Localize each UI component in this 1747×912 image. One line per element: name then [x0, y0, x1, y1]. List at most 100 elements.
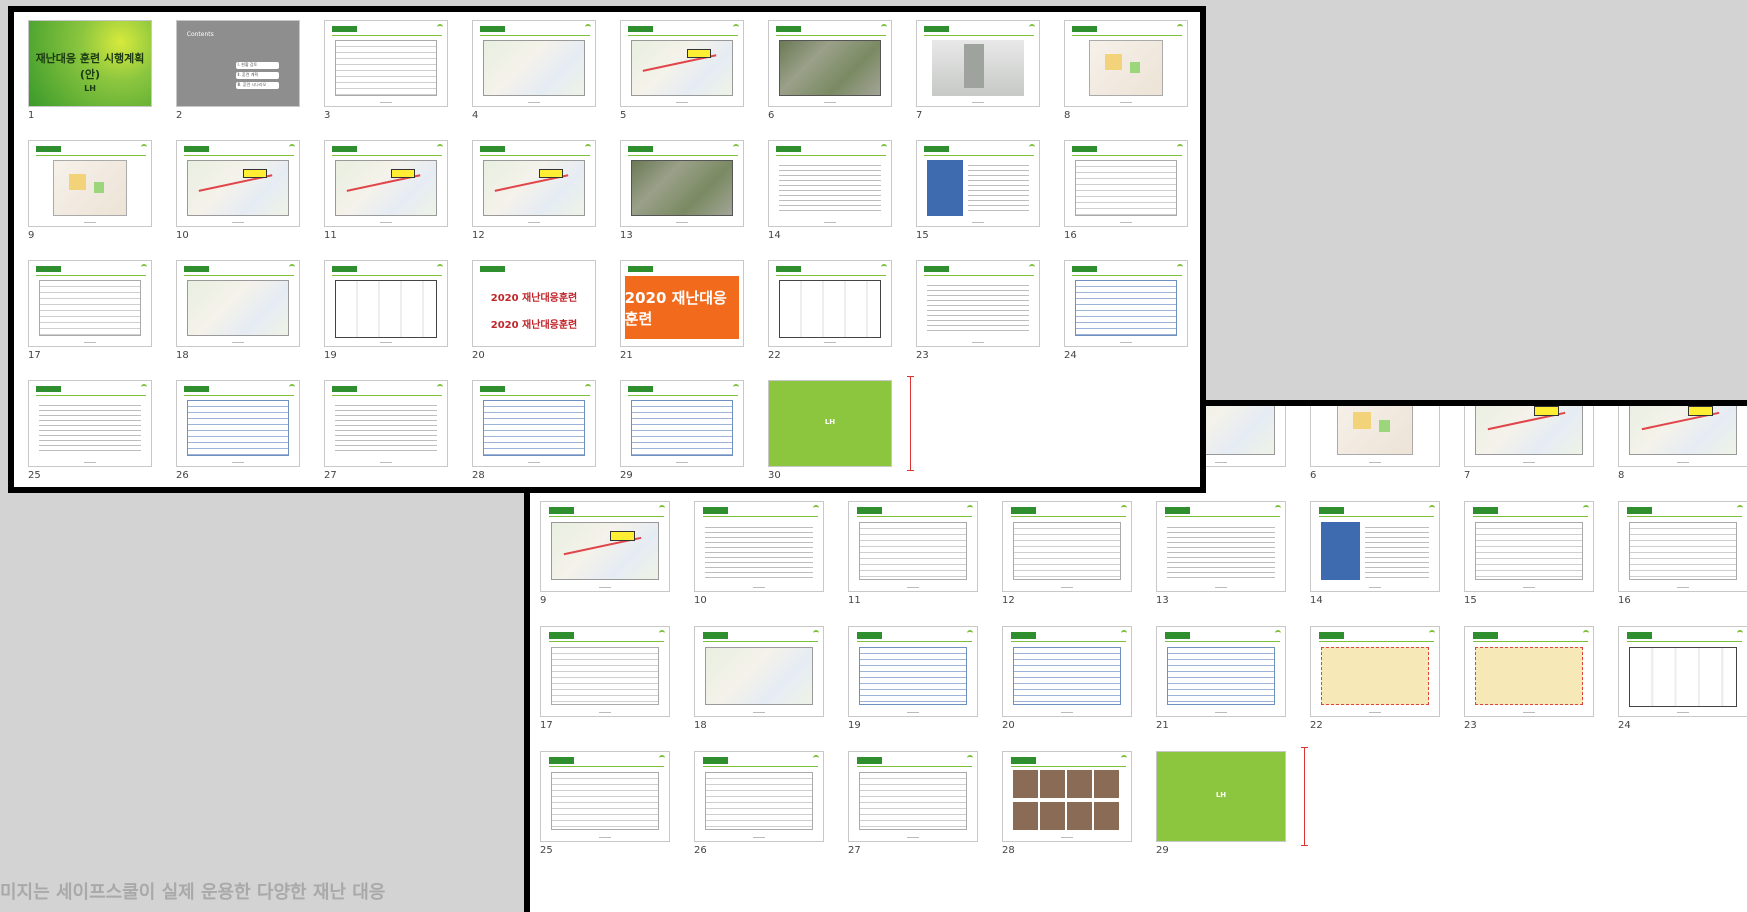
slide-thumbnail[interactable] — [540, 751, 670, 842]
slide-cell[interactable]: 재난대응 훈련 시행계획(안) LH 1 — [28, 20, 152, 123]
slide-thumbnail[interactable] — [1064, 140, 1188, 227]
slide-thumbnail[interactable] — [1156, 501, 1286, 592]
slide-cell[interactable]: 11 — [324, 140, 448, 243]
slide-thumbnail[interactable] — [324, 380, 448, 467]
slide-cell[interactable]: 22 — [1310, 626, 1440, 733]
slide-cell[interactable]: 14 — [768, 140, 892, 243]
slide-thumbnail[interactable] — [1002, 501, 1132, 592]
slide-cell[interactable]: 10 — [176, 140, 300, 243]
slide-cell[interactable]: 15 — [916, 140, 1040, 243]
slide-thumbnail[interactable]: LH — [768, 380, 892, 467]
slide-cell[interactable]: 19 — [324, 260, 448, 363]
slide-thumbnail[interactable] — [1464, 406, 1594, 467]
slide-thumbnail[interactable] — [620, 20, 744, 107]
slide-thumbnail[interactable] — [324, 20, 448, 107]
slide-cell[interactable]: 2020 재난대응훈련 2020 재난대응훈련 20 — [472, 260, 596, 363]
slide-cell[interactable]: 18 — [694, 626, 824, 733]
slide-cell[interactable]: 26 — [694, 751, 824, 858]
slide-cell[interactable]: 25 — [540, 751, 670, 858]
slide-thumbnail[interactable] — [848, 751, 978, 842]
slide-thumbnail[interactable] — [1002, 751, 1132, 842]
slide-thumbnail[interactable]: 2020 재난대응훈련 2020 재난대응훈련 — [472, 260, 596, 347]
slide-thumbnail[interactable] — [1464, 626, 1594, 717]
slide-thumbnail[interactable] — [916, 260, 1040, 347]
slide-thumbnail[interactable] — [1464, 501, 1594, 592]
slide-cell[interactable]: 7 — [916, 20, 1040, 123]
slide-thumbnail[interactable] — [28, 380, 152, 467]
slide-cell[interactable]: 24 — [1618, 626, 1747, 733]
slide-thumbnail[interactable] — [768, 140, 892, 227]
slide-thumbnail[interactable]: 재난대응 훈련 시행계획(안) LH — [28, 20, 152, 107]
slide-thumbnail[interactable] — [1618, 501, 1747, 592]
slide-thumbnail[interactable] — [1002, 626, 1132, 717]
slide-thumbnail[interactable] — [176, 380, 300, 467]
slide-cell[interactable]: 22 — [768, 260, 892, 363]
slide-thumbnail[interactable] — [472, 380, 596, 467]
slide-thumbnail[interactable] — [1618, 406, 1747, 467]
slide-cell[interactable]: 21 — [1156, 626, 1286, 733]
slide-cell[interactable]: 8 — [1618, 406, 1747, 483]
slide-thumbnail[interactable] — [620, 380, 744, 467]
slide-thumbnail[interactable] — [1310, 626, 1440, 717]
slide-thumbnail[interactable] — [540, 626, 670, 717]
slide-cell[interactable]: Contents Ⅰ. 현황 검토 Ⅱ. 훈련 계획 Ⅲ. 훈련 시나리오 2 — [176, 20, 300, 123]
slide-cell[interactable]: 11 — [848, 501, 978, 608]
slide-cell[interactable]: 16 — [1064, 140, 1188, 243]
slide-thumbnail[interactable] — [1064, 20, 1188, 107]
slide-thumbnail[interactable] — [768, 20, 892, 107]
slide-cell[interactable]: 6 — [1310, 406, 1440, 483]
slide-cell[interactable]: 4 — [472, 20, 596, 123]
slide-cell[interactable]: 23 — [1464, 626, 1594, 733]
slide-thumbnail[interactable] — [324, 260, 448, 347]
slide-cell[interactable]: 26 — [176, 380, 300, 483]
slide-thumbnail[interactable] — [176, 140, 300, 227]
slide-cell[interactable]: 10 — [694, 501, 824, 608]
slide-cell[interactable]: 13 — [1156, 501, 1286, 608]
slide-cell[interactable]: 9 — [28, 140, 152, 243]
slide-thumbnail[interactable] — [694, 751, 824, 842]
slide-thumbnail[interactable] — [916, 140, 1040, 227]
slide-cell[interactable]: 18 — [176, 260, 300, 363]
slide-cell[interactable]: 9 — [540, 501, 670, 608]
slide-cell[interactable]: 19 — [848, 626, 978, 733]
slide-thumbnail[interactable] — [472, 20, 596, 107]
slide-cell[interactable]: 13 — [620, 140, 744, 243]
slide-cell[interactable]: 25 — [28, 380, 152, 483]
slide-cell[interactable]: 29 — [620, 380, 744, 483]
slide-cell[interactable]: 14 — [1310, 501, 1440, 608]
slide-thumbnail[interactable] — [848, 626, 978, 717]
slide-cell[interactable]: 24 — [1064, 260, 1188, 363]
slide-thumbnail[interactable] — [694, 501, 824, 592]
slide-thumbnail[interactable] — [324, 140, 448, 227]
slide-thumbnail[interactable] — [1310, 501, 1440, 592]
slide-thumbnail[interactable]: Contents Ⅰ. 현황 검토 Ⅱ. 훈련 계획 Ⅲ. 훈련 시나리오 — [176, 20, 300, 107]
slide-thumbnail[interactable] — [1618, 626, 1747, 717]
slide-cell[interactable]: 23 — [916, 260, 1040, 363]
slide-cell[interactable]: 7 — [1464, 406, 1594, 483]
slide-thumbnail[interactable] — [768, 260, 892, 347]
slide-cell[interactable]: 17 — [540, 626, 670, 733]
slide-cell[interactable]: 16 — [1618, 501, 1747, 608]
slide-thumbnail[interactable] — [694, 626, 824, 717]
slide-thumbnail[interactable]: LH — [1156, 751, 1286, 842]
slide-cell[interactable]: 2020 재난대응훈련 21 — [620, 260, 744, 363]
slide-thumbnail[interactable] — [472, 140, 596, 227]
slide-cell[interactable]: 8 — [1064, 20, 1188, 123]
slide-cell[interactable]: 28 — [1002, 751, 1132, 858]
slide-thumbnail[interactable] — [28, 260, 152, 347]
slide-cell[interactable]: 27 — [324, 380, 448, 483]
slide-cell[interactable]: 15 — [1464, 501, 1594, 608]
slide-thumbnail[interactable] — [620, 140, 744, 227]
slide-thumbnail[interactable] — [1064, 260, 1188, 347]
slide-thumbnail[interactable] — [848, 501, 978, 592]
slide-cell[interactable]: 12 — [472, 140, 596, 243]
slide-cell[interactable]: LH 29 — [1156, 751, 1286, 858]
slide-cell[interactable]: 3 — [324, 20, 448, 123]
slide-cell[interactable]: 5 — [620, 20, 744, 123]
slide-thumbnail[interactable] — [176, 260, 300, 347]
slide-cell[interactable]: 27 — [848, 751, 978, 858]
slide-cell[interactable]: 20 — [1002, 626, 1132, 733]
slide-thumbnail[interactable] — [1156, 626, 1286, 717]
slide-thumbnail[interactable] — [28, 140, 152, 227]
slide-sorter-window-front[interactable]: 재난대응 훈련 시행계획(안) LH 1 Contents Ⅰ. 현황 검토 Ⅱ. 훈련 … — [8, 6, 1206, 493]
